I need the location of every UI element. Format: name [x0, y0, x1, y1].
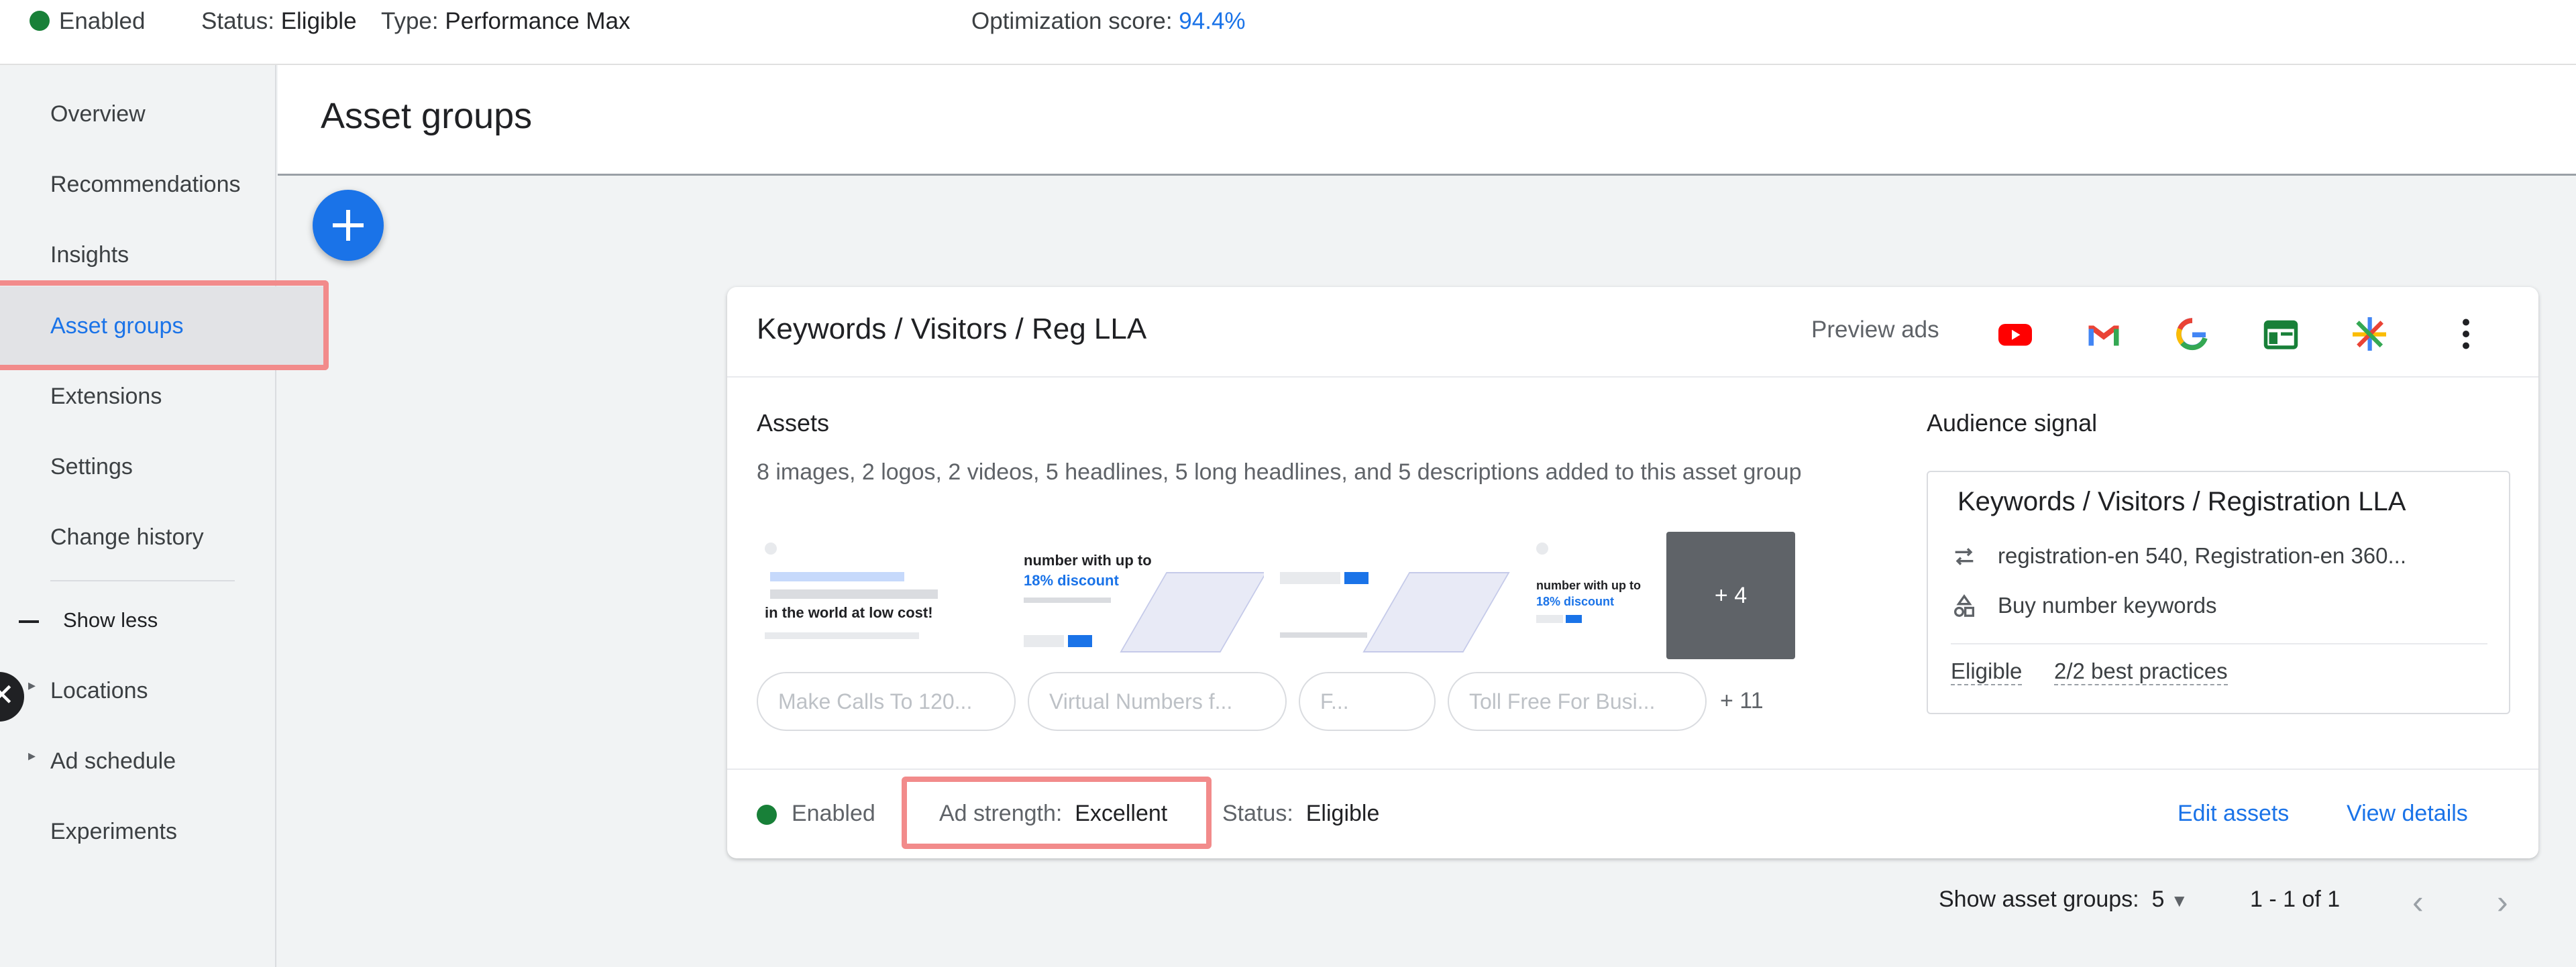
annotation-highlight-asset-groups	[0, 280, 329, 370]
audience-best-practices[interactable]: 2/2 best practices	[2054, 659, 2228, 685]
sidebar-item-recommendations[interactable]: Recommendations	[0, 158, 276, 211]
campaign-enabled-status[interactable]: Enabled	[30, 8, 145, 35]
audience-signal-box: Keywords / Visitors / Registration LLA r…	[1927, 471, 2510, 714]
view-details-link[interactable]: View details	[2347, 801, 2468, 827]
sidebar-item-locations[interactable]: Locations	[0, 664, 276, 718]
collapse-icon	[19, 620, 39, 623]
more-images-thumbnail[interactable]: + 4	[1666, 532, 1795, 659]
next-page-icon[interactable]: ›	[2497, 883, 2508, 921]
youtube-icon[interactable]	[1995, 314, 2035, 354]
google-icon[interactable]	[2172, 314, 2212, 354]
audience-divider	[1951, 643, 2487, 644]
asset-group-enabled-status[interactable]: Enabled	[792, 801, 875, 827]
assets-summary: 8 images, 2 logos, 2 videos, 5 headlines…	[757, 459, 1802, 485]
audience-segments: registration-en 540, Registration-en 360…	[1998, 543, 2407, 568]
sidebar-item-change-history[interactable]: Change history	[0, 510, 276, 564]
sidebar-item-experiments[interactable]: Experiments	[0, 805, 276, 858]
headline-chip[interactable]: F...	[1299, 672, 1436, 731]
edit-assets-link[interactable]: Edit assets	[2178, 801, 2289, 827]
assets-heading: Assets	[757, 409, 830, 437]
campaign-eligibility: Status: Eligible	[201, 8, 357, 34]
optimization-score[interactable]: Optimization score: 94.4%	[971, 8, 1246, 35]
status-dot-icon	[30, 11, 50, 31]
asset-group-title[interactable]: Keywords / Visitors / Reg LLA	[757, 312, 1146, 346]
gmail-icon[interactable]	[2084, 314, 2124, 354]
card-footer-divider	[727, 769, 2538, 770]
sidebar: Overview Recommendations Insights Asset …	[0, 65, 325, 967]
audience-signal-heading: Audience signal	[1927, 409, 2098, 437]
headline-chip[interactable]: Make Calls To 120...	[757, 672, 1016, 731]
annotation-highlight-ad-strength	[902, 777, 1212, 849]
more-headlines-count[interactable]: + 11	[1720, 688, 1764, 714]
swap-icon	[1955, 548, 1974, 565]
headline-chip[interactable]: Virtual Numbers f...	[1028, 672, 1287, 731]
image-asset-thumbnail[interactable]	[1272, 532, 1520, 659]
asset-group-status: Status: Eligible	[1222, 801, 1380, 826]
show-less-button[interactable]: Show less	[19, 608, 158, 632]
page-header: Asset groups	[278, 65, 2576, 176]
dropdown-arrow-icon: ▼	[2170, 891, 2188, 911]
card-header-divider	[727, 376, 2538, 378]
interests-icon	[1954, 594, 1974, 617]
sidebar-item-settings[interactable]: Settings	[0, 440, 276, 494]
campaign-status-bar: Enabled Status: Eligible Type: Performan…	[0, 0, 2576, 65]
audience-eligible-status[interactable]: Eligible	[1951, 659, 2023, 685]
preview-ads-label: Preview ads	[1811, 317, 1939, 343]
page-title: Asset groups	[321, 96, 533, 136]
sidebar-item-ad-schedule[interactable]: Ad schedule	[0, 734, 276, 788]
sidebar-item-insights[interactable]: Insights	[0, 228, 276, 282]
more-vert-icon[interactable]	[2446, 314, 2486, 354]
pagination-range: 1 - 1 of 1	[2250, 887, 2341, 912]
sidebar-item-extensions[interactable]: Extensions	[0, 369, 276, 423]
status-dot-icon	[757, 805, 777, 825]
rows-per-page-select[interactable]: Show asset groups: 5 ▼	[1939, 887, 2188, 913]
headline-chip[interactable]: Toll Free For Busi...	[1448, 672, 1707, 731]
sidebar-divider	[50, 580, 235, 581]
image-asset-thumbnail[interactable]: in the world at low cost!	[757, 532, 1005, 659]
audience-title[interactable]: Keywords / Visitors / Registration LLA	[1957, 487, 2406, 517]
asset-group-card: Keywords / Visitors / Reg LLA Preview ad…	[727, 287, 2538, 858]
image-asset-thumbnail[interactable]: number with up to 18% discount	[1528, 532, 1660, 659]
campaign-type: Type: Performance Max	[381, 8, 631, 34]
display-network-icon[interactable]	[2349, 314, 2390, 354]
sidebar-item-overview[interactable]: Overview	[0, 87, 276, 141]
add-asset-group-button[interactable]	[313, 190, 384, 261]
previous-page-icon[interactable]: ‹	[2412, 883, 2424, 921]
image-asset-thumbnail[interactable]: number with up to 18% discount	[1016, 532, 1264, 659]
audience-search-themes: Buy number keywords	[1998, 593, 2217, 618]
discover-icon[interactable]	[2261, 314, 2301, 354]
